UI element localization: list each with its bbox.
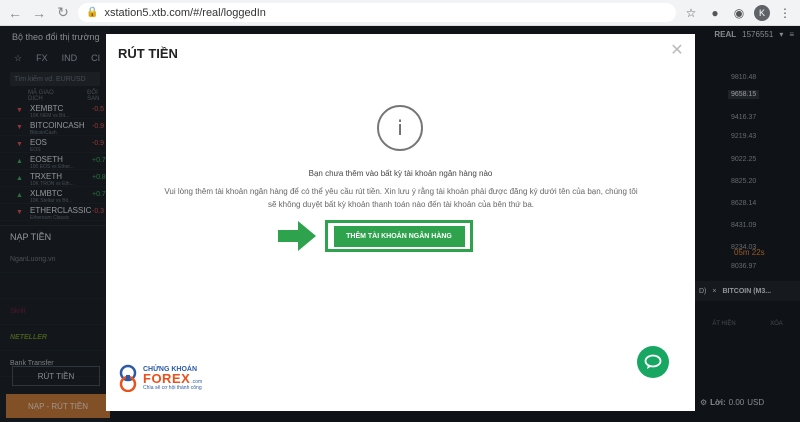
profile-avatar[interactable]: K [754, 4, 770, 21]
bank-account-instructions: Vui lòng thêm tài khoản ngân hàng để có … [164, 187, 638, 209]
modal-title: RÚT TIỀN [118, 46, 178, 61]
lock-icon: 🔒 [86, 7, 99, 18]
add-bank-account-button[interactable]: THÊM TÀI KHOẢN NGÂN HÀNG [333, 225, 465, 247]
logo-tagline: Chìa sẽ cơ hội thành công [143, 384, 202, 391]
back-icon[interactable]: ← [6, 4, 24, 22]
logo-mark-icon [119, 364, 137, 392]
watermark-logo: CHỨNG KHOÁN FOREX .com Chìa sẽ cơ hội th… [116, 364, 202, 392]
no-bank-message: Bạn chưa thêm vào bất kỳ tài khoản ngân … [308, 169, 493, 178]
forward-icon[interactable]: → [30, 4, 48, 22]
star-icon[interactable]: ☆ [682, 4, 700, 22]
logo-text: CHỨNG KHOÁN FOREX .com Chìa sẽ cơ hội th… [143, 366, 202, 391]
extension-icon[interactable]: ● [706, 4, 724, 22]
chat-icon [644, 354, 662, 369]
logo-sub: .com [191, 378, 203, 385]
browser-toolbar: ← → ↻ 🔒 xstation5.xtb.com/#/real/loggedI… [0, 0, 800, 26]
chat-button[interactable] [637, 346, 669, 378]
menu-icon[interactable]: ⋮ [776, 4, 794, 22]
info-icon: i [377, 105, 423, 151]
withdraw-modal: RÚT TIỀN ✕ i Bạn chưa thêm vào bất kỳ tà… [106, 34, 695, 411]
address-bar[interactable]: 🔒 xstation5.xtb.com/#/real/loggedIn [78, 3, 676, 22]
close-icon[interactable]: ✕ [669, 42, 685, 59]
url-text: xstation5.xtb.com/#/real/loggedIn [104, 6, 266, 19]
reload-icon[interactable]: ↻ [54, 4, 72, 22]
arrow-right-icon [278, 221, 316, 251]
extension-icon-2[interactable]: ◉ [730, 4, 748, 22]
logo-line2: FOREX [143, 370, 191, 386]
add-bank-highlight: THÊM TÀI KHOẢN NGÂN HÀNG [325, 220, 473, 252]
